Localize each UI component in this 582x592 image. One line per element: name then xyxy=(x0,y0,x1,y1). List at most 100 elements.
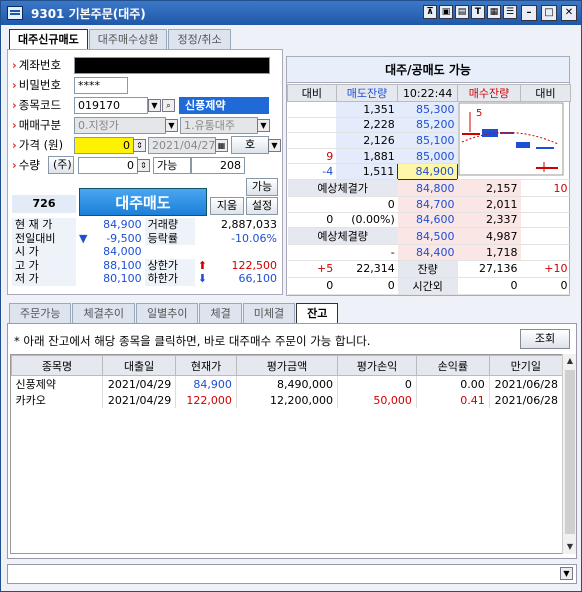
col-header[interactable]: 평가손익 xyxy=(337,355,417,376)
date-field[interactable]: 2021/04/27 xyxy=(148,136,216,154)
ask-price[interactable]: 85,300 xyxy=(397,101,458,118)
trade-type-select[interactable]: 0.지정가 xyxy=(74,116,166,134)
bid-price[interactable]: 84,600 xyxy=(397,212,458,229)
bid-qty[interactable]: 2,337 xyxy=(457,212,521,229)
ask-price[interactable]: 85,200 xyxy=(397,117,458,134)
bid-qty[interactable]: 4,987 xyxy=(457,227,521,246)
volume: 2,887,033 xyxy=(221,218,277,231)
tab-daily-trend[interactable]: 일별추이 xyxy=(135,303,199,323)
quote-info: 현 재 가 84,900 거래량 2,887,033 전일대비 ▼ -9,500 … xyxy=(12,218,280,286)
clear-button[interactable]: 지움 xyxy=(210,197,244,215)
ho-button[interactable]: 호 xyxy=(231,136,269,154)
status-dropdown-icon[interactable]: ▼ xyxy=(560,567,573,580)
sub-type-dropdown-icon[interactable]: ▼ xyxy=(257,118,270,132)
tab-short-sell-new[interactable]: 대주신규매도 xyxy=(9,29,88,50)
ask-price[interactable]: 85,000 xyxy=(397,148,458,165)
trade-type-dropdown-icon[interactable]: ▼ xyxy=(165,118,178,132)
col-header[interactable]: 손익률 xyxy=(415,355,490,376)
minimize-button[interactable]: – xyxy=(521,5,537,21)
bid-price[interactable]: 84,400 xyxy=(397,244,458,261)
expected-diff: 0 xyxy=(287,212,337,229)
price-input[interactable]: 0 xyxy=(74,136,134,154)
ask-qty[interactable]: 2,228 xyxy=(336,117,398,134)
chart-label: 5 xyxy=(476,108,482,119)
bid-price[interactable]: 84,500 xyxy=(397,227,458,246)
order-tabs: 대주신규매도 대주매수상환 정정/취소 xyxy=(9,29,232,50)
ask-qty[interactable]: 2,126 xyxy=(336,132,398,149)
col-header[interactable]: 평가금액 xyxy=(235,355,339,376)
tab-executed[interactable]: 체결 xyxy=(199,303,242,323)
low-price: 80,100 xyxy=(103,272,142,286)
bid-qty[interactable]: 1,718 xyxy=(457,244,521,261)
code-label: 종목코드 xyxy=(18,98,62,112)
stock-name-cell[interactable]: 카카오 xyxy=(11,392,104,408)
ask-qty[interactable]: 1,881 xyxy=(336,148,398,165)
bid-price[interactable]: 84,800 xyxy=(397,179,458,197)
sub-type-select[interactable]: 1.유통대주 xyxy=(180,116,258,134)
text-icon[interactable]: T xyxy=(471,5,485,19)
price-cell: 122,000 xyxy=(175,392,237,408)
col-header[interactable]: 종목명 xyxy=(10,355,104,376)
tab-short-buy-repay[interactable]: 대주매수상환 xyxy=(88,29,168,49)
screen-icon[interactable]: ▣ xyxy=(439,5,453,19)
info-label: 고 가 xyxy=(12,258,76,273)
app-icon xyxy=(7,6,23,20)
current-ask-price[interactable]: 84,900 xyxy=(397,163,459,180)
ask-price[interactable]: 85,100 xyxy=(397,132,458,149)
stock-name-cell[interactable]: 신풍제약 xyxy=(11,375,104,392)
price-stepper-icon[interactable]: ⇕ xyxy=(133,138,146,152)
settings-button[interactable]: 설정 xyxy=(246,197,278,215)
avail-button[interactable]: 가능 xyxy=(246,178,278,196)
price-row: › 가격 (원) 0 ⇕ 2021/04/27 ▦ 호 ▼ xyxy=(12,136,281,154)
lookup-button[interactable]: 조회 xyxy=(520,329,570,349)
scroll-thumb[interactable] xyxy=(565,370,575,534)
code-badge: 726 xyxy=(12,195,76,213)
col-header[interactable]: 현재가 xyxy=(175,355,237,376)
bid-total-diff: +10 xyxy=(520,260,571,278)
bid-qty[interactable]: 2,011 xyxy=(457,196,521,213)
ask-diff xyxy=(287,117,337,134)
bid-qty[interactable]: 2,157 xyxy=(457,179,521,197)
password-input[interactable]: **** xyxy=(74,76,128,94)
ask-qty[interactable]: 1,511 xyxy=(336,163,398,180)
maximize-button[interactable]: □ xyxy=(541,5,557,21)
menu-icon[interactable]: ☰ xyxy=(503,5,517,19)
after-hours-c: 0 xyxy=(457,277,521,295)
account-input[interactable] xyxy=(74,56,270,74)
doc-icon[interactable]: ▤ xyxy=(455,5,469,19)
qty-unit-button[interactable]: (주) xyxy=(48,156,74,174)
pin-icon[interactable]: ⊼ xyxy=(423,5,437,19)
calendar-icon[interactable]: ▦ xyxy=(215,138,228,152)
tab-trade-trend[interactable]: 체결추이 xyxy=(72,303,135,323)
tab-balance[interactable]: 잔고 xyxy=(296,303,339,324)
bid-price[interactable]: 84,700 xyxy=(397,196,458,213)
vertical-scrollbar[interactable]: ▲ ▼ xyxy=(562,354,576,554)
tab-unexecuted[interactable]: 미체결 xyxy=(242,303,296,323)
qty-stepper-icon[interactable]: ⇕ xyxy=(137,158,150,172)
info-tabs: 주문가능 체결추이 일별추이 체결 미체결 잔고 xyxy=(9,303,339,324)
main-window: 9301 기본주문(대주) ⊼ ▣ ▤ T ▦ ☰ – □ ✕ 대주신규매도 대… xyxy=(0,0,582,592)
tab-orderable[interactable]: 주문가능 xyxy=(9,303,72,323)
scroll-up-icon[interactable]: ▲ xyxy=(564,354,576,368)
col-header[interactable]: 대출일 xyxy=(102,355,177,376)
scroll-down-icon[interactable]: ▼ xyxy=(564,540,576,554)
ho-dropdown-icon[interactable]: ▼ xyxy=(268,138,281,152)
table-icon[interactable]: ▦ xyxy=(487,5,501,19)
info-label: 상한가 xyxy=(144,258,195,273)
close-button[interactable]: ✕ xyxy=(561,5,577,21)
code-dropdown-icon[interactable]: ▼ xyxy=(148,98,161,112)
mini-chart: 5 xyxy=(457,101,571,180)
tab-modify-cancel[interactable]: 정정/취소 xyxy=(168,29,231,49)
orderbook-panel: 대주/공매도 가능 대비 매도잔량 10:22:44 매수잔량 대비 1,351… xyxy=(286,56,571,296)
code-input[interactable]: 019170 xyxy=(74,96,148,114)
short-sell-button[interactable]: 대주매도 xyxy=(79,188,207,216)
eval-pl-cell: 0 xyxy=(337,375,417,392)
ask-qty[interactable]: 1,351 xyxy=(336,101,398,118)
col-header[interactable]: 만기일 xyxy=(488,355,564,376)
col-diff: 대비 xyxy=(287,84,337,102)
qty-input[interactable]: 0 xyxy=(78,156,138,174)
table-row[interactable]: 카카오 2021/04/29 122,000 12,200,000 50,000… xyxy=(11,392,564,408)
search-icon[interactable]: ⌕ xyxy=(162,98,175,112)
info-label: 저 가 xyxy=(12,272,76,286)
table-row[interactable]: 신풍제약 2021/04/29 84,900 8,490,000 0 0.00 … xyxy=(11,375,564,392)
